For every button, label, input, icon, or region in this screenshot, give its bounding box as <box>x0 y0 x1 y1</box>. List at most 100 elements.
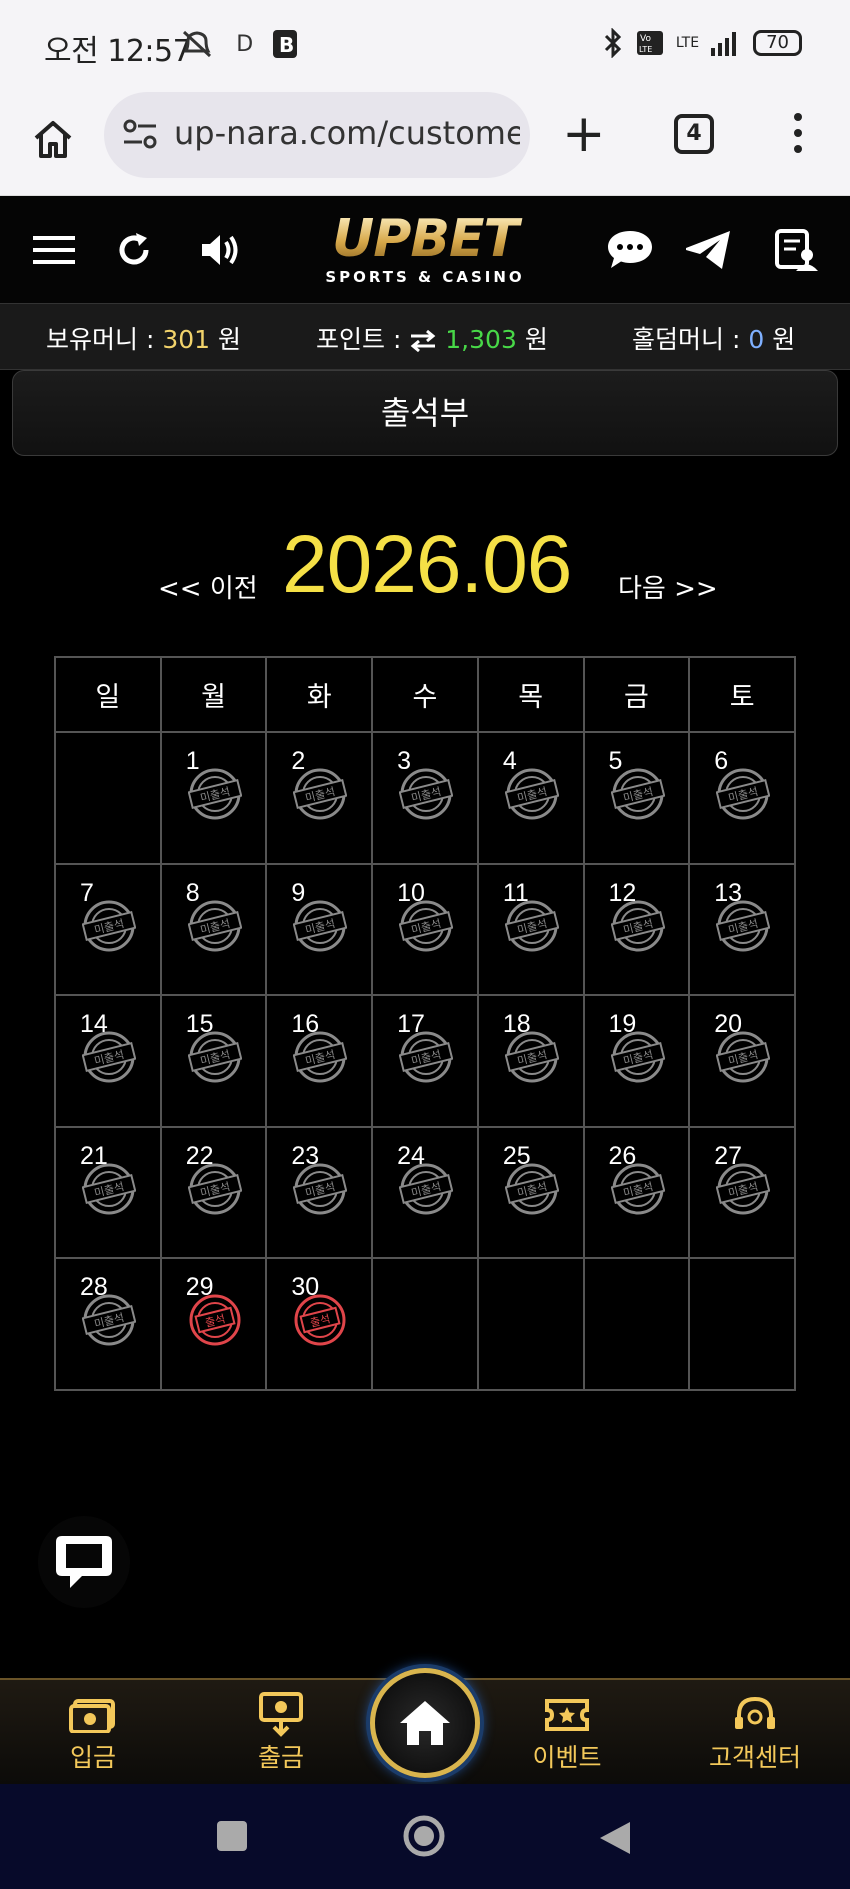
calendar-day-cell: 19 미출석 <box>582 994 691 1128</box>
network-label: LTE <box>675 35 700 51</box>
calendar-day-cell: 14 미출석 <box>54 994 162 1128</box>
day-number: 15 <box>185 1010 214 1039</box>
calendar-day-cell: 29 출석 <box>159 1257 268 1391</box>
calendar-empty-cell <box>371 1257 479 1391</box>
calendar-week: 28 미출석 29 출석 30 출석 <box>54 1257 796 1391</box>
month-navigation: << 이전 2026.06 다음 >> <box>0 518 850 618</box>
calendar-day-cell: 11 미출석 <box>476 862 585 997</box>
point-unit: 원 <box>524 325 548 354</box>
money-balance: 보유머니 : 301 원 <box>46 320 241 356</box>
day-number: 25 <box>502 1141 531 1170</box>
site-header: UPBET SPORTS & CASINO <box>0 196 850 304</box>
calendar-day-cell: 17 미출석 <box>371 994 479 1128</box>
money-unit: 원 <box>218 325 242 354</box>
calendar-day-cell: 1 미출석 <box>159 731 268 865</box>
day-number: 6 <box>714 747 729 775</box>
recent-apps-icon[interactable] <box>216 1820 248 1856</box>
day-number: 30 <box>291 1273 320 1302</box>
calendar-day-cell: 6 미출석 <box>688 731 796 865</box>
calendar-body: 1 미출석 2 미출석 3 미출석 4 미출석 5 미출석 6 미출석 7 미출석 8 미출석 9 미출석 10 미출… <box>54 731 796 1391</box>
calendar-day-cell: 7 미출석 <box>54 862 162 997</box>
calendar-day-cell: 23 미출석 <box>265 1125 374 1260</box>
live-chat-button[interactable] <box>38 1516 130 1608</box>
calendar-day-cell: 2 미출석 <box>265 731 374 865</box>
calendar-day-cell: 28 미출석 <box>54 1257 162 1391</box>
system-home-icon[interactable] <box>402 1814 446 1862</box>
calendar-day-cell: 9 미출석 <box>265 862 374 997</box>
nav-deposit[interactable]: 입금 <box>28 1692 158 1774</box>
telegram-icon[interactable] <box>684 226 732 274</box>
site-settings-icon[interactable] <box>122 118 158 150</box>
tab-switcher-button[interactable]: 4 <box>674 114 714 154</box>
calendar-empty-cell <box>54 731 162 865</box>
calendar-week: 14 미출석 15 미출석 16 미출석 17 미출석 18 미출석 19 미출석 20 미출석 <box>54 994 796 1128</box>
point-label: 포인트 : <box>316 325 402 354</box>
calendar-day-cell: 27 미출석 <box>688 1125 796 1260</box>
browser-toolbar: up-nara.com/custome + 4 <box>0 92 850 196</box>
current-month: 2026.06 <box>282 519 572 610</box>
calendar-day-cell: 12 미출석 <box>582 862 691 997</box>
sound-icon[interactable] <box>196 226 244 274</box>
weekday-thu: 목 <box>476 656 585 733</box>
calendar-day-cell: 16 미출석 <box>265 994 374 1128</box>
url-text[interactable]: up-nara.com/custome <box>174 114 520 152</box>
day-number: 21 <box>80 1141 108 1170</box>
volte-icon: VoLTE <box>636 31 663 55</box>
browser-menu-icon[interactable] <box>790 112 806 154</box>
day-number: 5 <box>608 747 623 775</box>
nav-support[interactable]: 고객센터 <box>690 1692 820 1774</box>
system-back-icon[interactable] <box>598 1820 632 1860</box>
home-button[interactable] <box>370 1668 480 1778</box>
bluetooth-icon <box>604 28 621 58</box>
withdraw-icon <box>259 1692 303 1737</box>
day-number: 24 <box>397 1141 425 1170</box>
day-number: 17 <box>397 1010 425 1039</box>
new-tab-button[interactable]: + <box>562 108 606 160</box>
weekday-sun: 일 <box>54 656 162 733</box>
day-number: 3 <box>397 747 412 775</box>
address-bar[interactable]: up-nara.com/custome <box>104 92 530 178</box>
svg-text:LTE: LTE <box>639 45 652 54</box>
point-balance: 포인트 : 1,303 원 <box>316 320 548 356</box>
calendar-day-cell: 21 미출석 <box>54 1125 162 1260</box>
nav-withdraw[interactable]: 출금 <box>216 1692 346 1774</box>
day-number: 23 <box>291 1141 320 1170</box>
event-ticket-icon <box>545 1699 589 1731</box>
refresh-icon[interactable] <box>110 226 158 274</box>
calendar-week: 7 미출석 8 미출석 9 미출석 10 미출석 11 미출석 12 미출석 13 미출석 <box>54 862 796 997</box>
day-number: 4 <box>502 747 517 775</box>
money-label: 보유머니 : <box>46 325 155 354</box>
svg-text:Vo: Vo <box>640 34 651 44</box>
point-exchange-icon[interactable] <box>409 325 445 354</box>
next-month-button[interactable]: 다음 >> <box>618 568 718 605</box>
nav-withdraw-label: 출금 <box>257 1743 304 1772</box>
weekday-mon: 월 <box>159 656 268 733</box>
day-number: 7 <box>80 878 94 907</box>
holdem-balance: 홀덤머니 : 0 원 <box>632 320 795 356</box>
status-time: 오전 12:57 <box>44 34 192 69</box>
day-number: 10 <box>397 878 425 907</box>
balance-bar: 보유머니 : 301 원 포인트 : 1,303 원 홀덤머니 : 0 원 <box>0 304 850 370</box>
nav-event-label: 이벤트 <box>532 1743 602 1772</box>
calendar-empty-cell <box>582 1257 691 1391</box>
status-notification-icons: D B <box>180 28 298 59</box>
battery-icon: 70 <box>753 30 802 56</box>
nav-support-label: 고객센터 <box>708 1743 801 1772</box>
browser-home-icon[interactable] <box>28 114 78 164</box>
day-number: 13 <box>714 878 743 907</box>
calendar-day-cell: 8 미출석 <box>159 862 268 997</box>
site-logo[interactable]: UPBET SPORTS & CASINO <box>306 212 544 292</box>
weekday-header: 일 월 화 수 목 금 토 <box>54 656 796 733</box>
calendar-day-cell: 22 미출석 <box>159 1125 268 1260</box>
day-number: 20 <box>714 1010 743 1039</box>
nav-event[interactable]: 이벤트 <box>502 1692 632 1774</box>
calendar-day-cell: 25 미출석 <box>476 1125 585 1260</box>
prev-month-button[interactable]: << 이전 <box>158 568 258 605</box>
hamburger-menu-icon[interactable] <box>30 226 78 274</box>
user-board-icon[interactable] <box>772 226 820 274</box>
svg-text:B: B <box>279 33 294 57</box>
money-value: 301 <box>162 325 211 354</box>
chat-bubble-icon[interactable] <box>606 226 654 274</box>
day-number: 2 <box>291 747 306 775</box>
calendar-day-cell: 30 출석 <box>265 1257 374 1391</box>
